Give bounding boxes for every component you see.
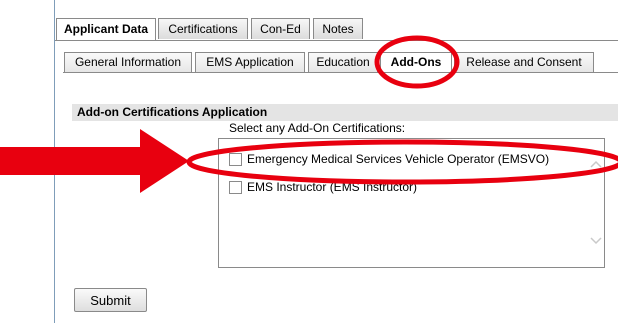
option-label: EMS Instructor (EMS Instructor) <box>247 180 418 194</box>
emsvo-checkbox[interactable] <box>229 152 242 166</box>
chevron-up-icon[interactable] <box>590 160 602 168</box>
option-label: Emergency Medical Services Vehicle Opera… <box>247 152 550 166</box>
tab-release-and-consent[interactable]: Release and Consent <box>454 52 594 72</box>
page-frame-border <box>54 0 55 323</box>
tab-bar-divider <box>55 40 618 41</box>
tab-ems-application[interactable]: EMS Application <box>195 52 305 72</box>
tab-applicant-data[interactable]: Applicant Data <box>56 18 156 41</box>
tab-con-ed[interactable]: Con-Ed <box>251 18 310 39</box>
tab-education[interactable]: Education <box>308 52 378 72</box>
submit-button[interactable]: Submit <box>74 288 147 312</box>
red-arrow-icon <box>0 129 189 193</box>
option-emsvo[interactable]: Emergency Medical Services Vehicle Opera… <box>229 150 549 168</box>
tab-add-ons[interactable]: Add-Ons <box>380 52 452 74</box>
tab-notes[interactable]: Notes <box>313 18 363 39</box>
ems-instructor-checkbox[interactable] <box>229 180 242 194</box>
select-prompt: Select any Add-On Certifications: <box>229 121 406 135</box>
add-on-certifications-list[interactable]: Emergency Medical Services Vehicle Opera… <box>218 138 605 268</box>
sub-tab-divider <box>63 72 618 73</box>
tab-general-information[interactable]: General Information <box>64 52 192 72</box>
list-scrollbar[interactable] <box>589 140 603 266</box>
tab-certifications[interactable]: Certifications <box>158 18 248 39</box>
option-ems-instructor[interactable]: EMS Instructor (EMS Instructor) <box>229 178 417 196</box>
section-title: Add-on Certifications Application <box>72 104 618 121</box>
chevron-down-icon[interactable] <box>590 237 602 245</box>
